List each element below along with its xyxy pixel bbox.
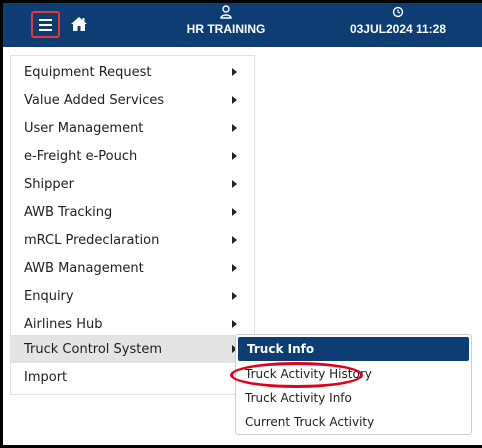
menu-item-e-freight-e-pouch[interactable]: e-Freight e-Pouch — [11, 142, 254, 170]
menu-item-label: Airlines Hub — [24, 316, 103, 332]
menu-item-label: Truck Control System — [24, 341, 163, 357]
top-bar: HR TRAINING 03JUL2024 11:28 — [3, 3, 482, 47]
menu-item-truck-control-system[interactable]: Truck Control System — [11, 335, 254, 363]
menu-item-label: AWB Tracking — [24, 204, 113, 220]
truck-control-submenu: Truck Info Truck Activity History Truck … — [235, 334, 472, 435]
menu-item-label: Value Added Services — [24, 92, 165, 108]
user-info[interactable]: HR TRAINING — [171, 5, 281, 37]
menu-item-label: Shipper — [24, 176, 74, 192]
caret-right-icon — [232, 180, 237, 188]
date-time: 03JUL2024 11:28 — [333, 5, 463, 37]
hamburger-icon — [39, 18, 52, 21]
clock-icon — [392, 6, 404, 18]
menu-item-label: Import — [24, 369, 68, 385]
caret-right-icon — [232, 208, 237, 216]
menu-item-awb-management[interactable]: AWB Management — [11, 254, 254, 282]
menu-item-enquiry[interactable]: Enquiry — [11, 282, 254, 310]
main-menu: Equipment Request Value Added Services U… — [10, 55, 255, 395]
menu-item-equipment-request[interactable]: Equipment Request — [11, 58, 254, 86]
submenu-item-current-truck-activity[interactable]: Current Truck Activity — [236, 410, 471, 434]
menu-item-user-management[interactable]: User Management — [11, 114, 254, 142]
caret-right-icon — [232, 264, 237, 272]
caret-right-icon — [232, 236, 237, 244]
user-name: HR TRAINING — [186, 22, 266, 36]
menu-item-airlines-hub[interactable]: Airlines Hub — [11, 310, 254, 338]
menu-item-mrcl-predeclaration[interactable]: mRCL Predeclaration — [11, 226, 254, 254]
submenu-item-truck-activity-history[interactable]: Truck Activity History — [236, 362, 471, 386]
menu-item-awb-tracking[interactable]: AWB Tracking — [11, 198, 254, 226]
caret-right-icon — [232, 152, 237, 160]
submenu-item-label: Truck Info — [247, 342, 315, 356]
menu-item-label: e-Freight e-Pouch — [24, 148, 138, 164]
submenu-item-label: Truck Activity History — [245, 367, 372, 381]
caret-right-icon — [232, 320, 237, 328]
submenu-item-label: Truck Activity Info — [245, 391, 352, 405]
caret-right-icon — [232, 96, 237, 104]
user-icon — [220, 5, 232, 19]
menu-item-label: Enquiry — [24, 288, 74, 304]
submenu-item-label: Current Truck Activity — [245, 415, 375, 429]
caret-right-icon — [232, 292, 237, 300]
hamburger-menu-button[interactable] — [31, 11, 60, 38]
caret-right-icon — [232, 68, 237, 76]
menu-item-label: mRCL Predeclaration — [24, 232, 160, 248]
menu-item-value-added-services[interactable]: Value Added Services — [11, 86, 254, 114]
menu-item-shipper[interactable]: Shipper — [11, 170, 254, 198]
menu-item-label: User Management — [24, 120, 144, 136]
home-icon[interactable] — [70, 15, 88, 33]
date-time-text: 03JUL2024 11:28 — [349, 22, 447, 36]
submenu-item-truck-info[interactable]: Truck Info — [238, 337, 469, 361]
submenu-item-truck-activity-info[interactable]: Truck Activity Info — [236, 386, 471, 410]
menu-item-label: AWB Management — [24, 260, 144, 276]
menu-item-label: Equipment Request — [24, 64, 152, 80]
menu-item-import[interactable]: Import — [11, 363, 254, 391]
caret-right-icon — [232, 124, 237, 132]
